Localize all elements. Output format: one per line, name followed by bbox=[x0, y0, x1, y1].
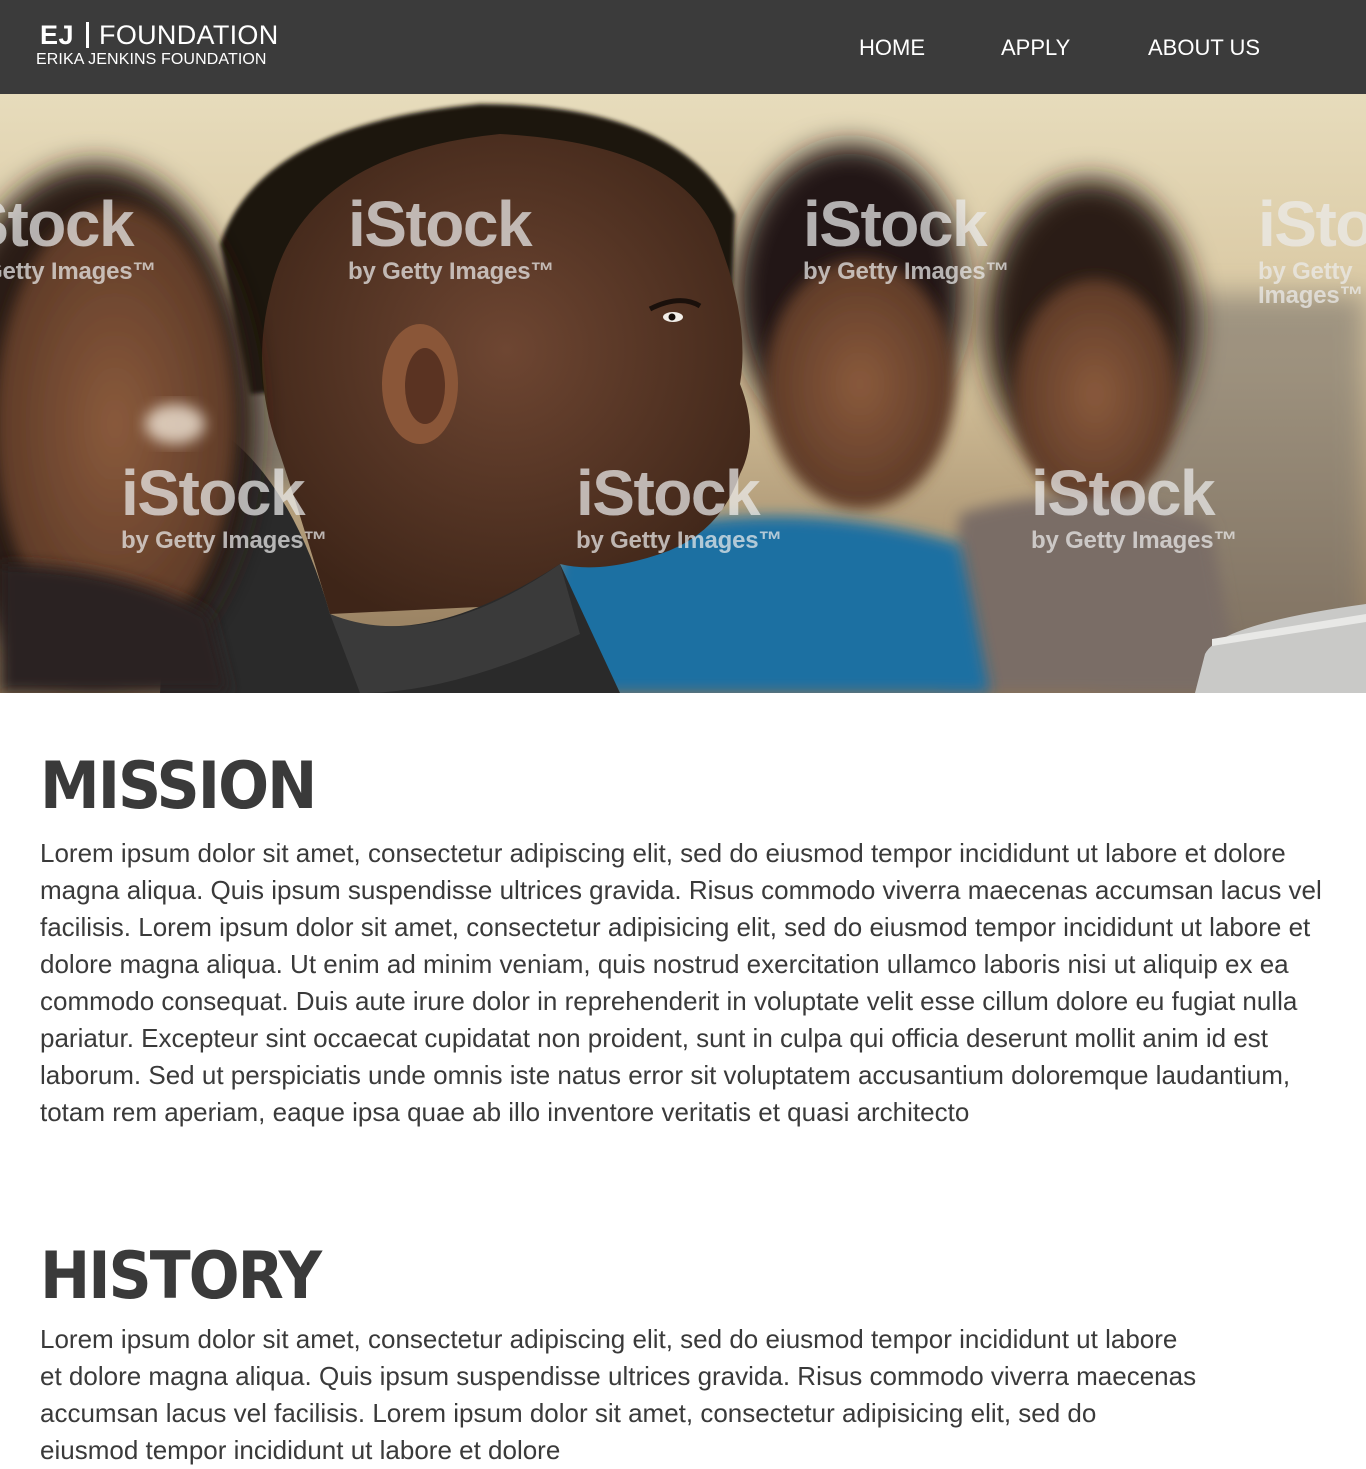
watermark: iStock by Getty Images™ bbox=[1031, 457, 1238, 554]
nav-home-link[interactable]: HOME bbox=[859, 34, 925, 62]
main-nav: HOME APPLY ABOUT US bbox=[0, 34, 1366, 64]
nav-about-us-link[interactable]: ABOUT US bbox=[1148, 34, 1260, 62]
watermark: iStock by Getty Images™ bbox=[121, 457, 328, 554]
site-header: EJ FOUNDATION ERIKA JENKINS FOUNDATION H… bbox=[0, 0, 1366, 94]
history-heading: HISTORY bbox=[40, 1238, 322, 1315]
watermark: iStock by Getty Images™ bbox=[0, 188, 157, 285]
mission-paragraph: Lorem ipsum dolor sit amet, consectetur … bbox=[40, 838, 1322, 1127]
watermark: iStock by Getty Images™ bbox=[576, 457, 783, 554]
nav-apply-link[interactable]: APPLY bbox=[1001, 34, 1070, 62]
watermark: iStock by Getty Images™ bbox=[348, 188, 555, 285]
history-paragraph: Lorem ipsum dolor sit amet, consectetur … bbox=[40, 1324, 1197, 1465]
hero-photo-illustration bbox=[0, 94, 1366, 693]
watermark: iStock by Getty Images™ bbox=[803, 188, 1010, 285]
hero-image: iStock by Getty Images™ iStock by Getty … bbox=[0, 94, 1366, 693]
watermark: iStock by Getty Images™ bbox=[1258, 188, 1366, 309]
mission-heading: MISSION bbox=[40, 748, 317, 825]
